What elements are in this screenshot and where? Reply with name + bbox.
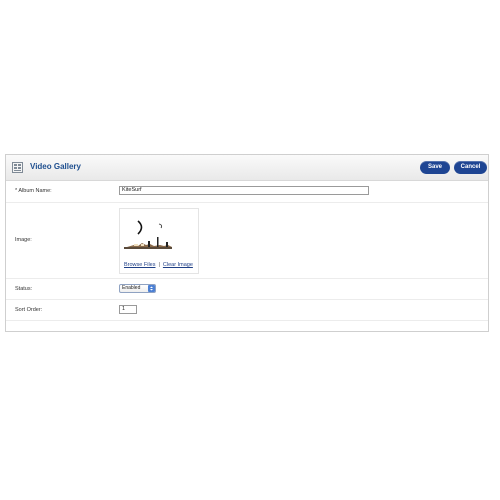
image-label: Image: (15, 237, 32, 243)
status-selected-value: Enabled (122, 285, 141, 291)
image-preview-box: Browse Files | Clear Image (119, 208, 199, 274)
sort-order-input[interactable]: 1 (119, 305, 137, 314)
link-separator: | (158, 262, 160, 268)
sort-order-label: Sort Order: (15, 307, 43, 313)
gallery-icon (12, 162, 23, 173)
cancel-button[interactable]: Cancel (454, 161, 487, 174)
row-divider (6, 278, 488, 279)
select-arrows-icon (148, 285, 155, 292)
save-button[interactable]: Save (420, 161, 450, 174)
video-gallery-panel: Video Gallery Save Cancel * Album Name: … (5, 154, 489, 332)
album-name-label: * Album Name: (15, 188, 52, 194)
status-label: Status: (15, 286, 33, 292)
row-divider (6, 320, 488, 321)
page-title: Video Gallery (30, 162, 81, 171)
album-name-input[interactable]: KiteSurf (119, 186, 369, 195)
status-select[interactable]: Enabled (119, 284, 156, 293)
row-divider (6, 202, 488, 203)
panel-header: Video Gallery Save Cancel (6, 155, 488, 181)
browse-files-link[interactable]: Browse Files (124, 262, 155, 268)
clear-image-link[interactable]: Clear Image (163, 262, 193, 268)
image-actions: Browse Files | Clear Image (124, 261, 193, 269)
row-divider (6, 299, 488, 300)
album-thumbnail-image (124, 215, 172, 253)
